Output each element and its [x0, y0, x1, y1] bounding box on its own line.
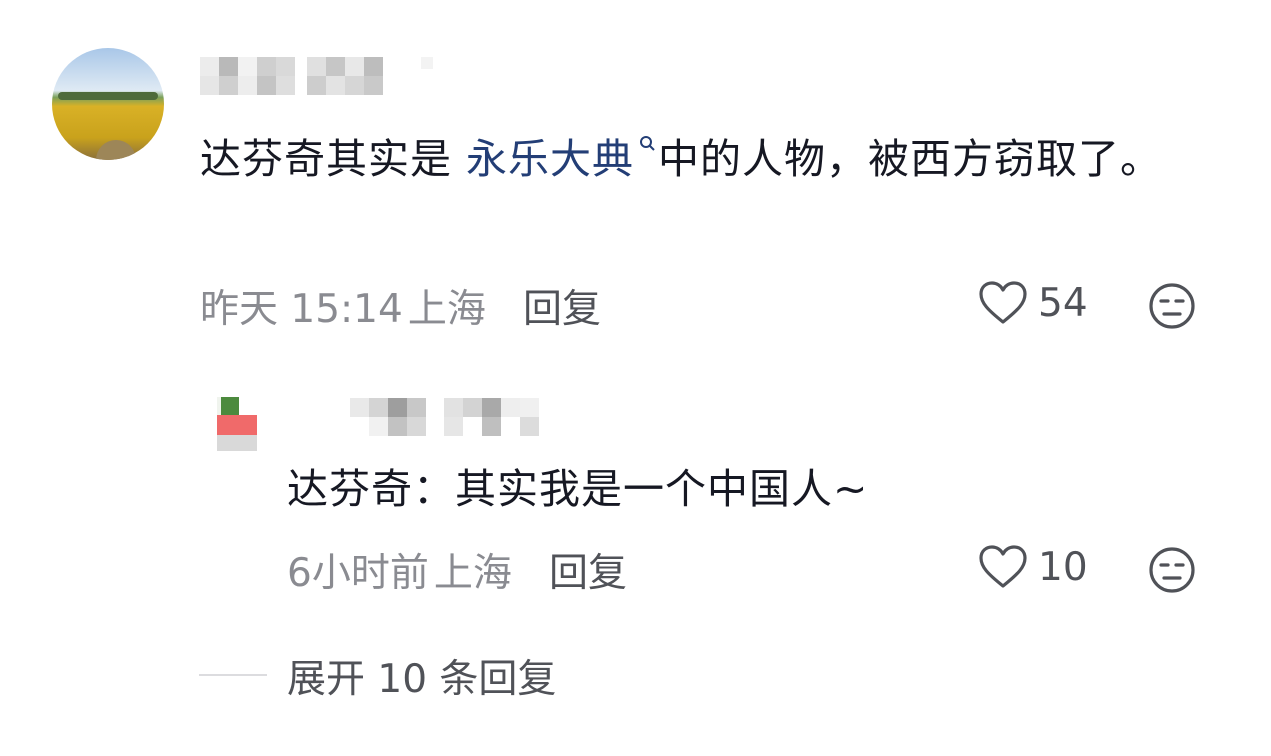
comment-like-button[interactable]: 54 — [978, 280, 1088, 326]
search-icon[interactable] — [638, 134, 658, 154]
reply-username-redacted-row2 — [350, 417, 539, 436]
keyword-link[interactable]: 永乐大典 — [466, 135, 658, 183]
avatar-tree-line — [58, 92, 158, 100]
comment-text-after: 中的人物，被西方窃取了。 — [658, 135, 1163, 183]
reply-username-redacted[interactable] — [350, 398, 539, 417]
reply-reply-button[interactable]: 回复 — [549, 551, 627, 596]
user-avatar[interactable] — [52, 48, 164, 160]
reply-location: 上海 — [433, 551, 512, 596]
expand-divider — [199, 674, 267, 676]
username-redacted[interactable] — [200, 57, 433, 76]
comment-location: 上海 — [407, 287, 486, 332]
avatar-path — [96, 140, 136, 160]
username-redacted-row2 — [200, 76, 383, 95]
expand-replies-button[interactable]: 展开 10 条回复 — [287, 648, 556, 704]
reply-text: 达芬奇：其实我是一个中国人~ — [287, 465, 869, 513]
reply-user-avatar[interactable] — [217, 397, 257, 453]
reply-like-button[interactable]: 10 — [978, 544, 1088, 590]
heart-outline-icon[interactable] — [978, 544, 1028, 590]
reply-timestamp: 6小时前 — [287, 551, 429, 596]
comment-meta: 昨天 15:14 上海 回复 — [200, 278, 601, 334]
comment-text-before: 达芬奇其实是 — [200, 135, 452, 183]
comment-like-count: 54 — [1038, 280, 1088, 326]
comment-timestamp: 昨天 15:14 — [200, 287, 403, 332]
heart-outline-icon[interactable] — [978, 280, 1028, 326]
reply-meta: 6小时前 上海 回复 — [287, 542, 627, 598]
unamused-face-icon[interactable] — [1148, 546, 1196, 594]
keyword-link-label[interactable]: 永乐大典 — [466, 135, 634, 183]
comment-reply-button[interactable]: 回复 — [523, 287, 601, 332]
comment-text: 达芬奇其实是 永乐大典 中的人物，被西方窃取了。 — [200, 130, 1200, 188]
unamused-face-icon[interactable] — [1148, 282, 1196, 330]
reply-like-count: 10 — [1038, 544, 1088, 590]
